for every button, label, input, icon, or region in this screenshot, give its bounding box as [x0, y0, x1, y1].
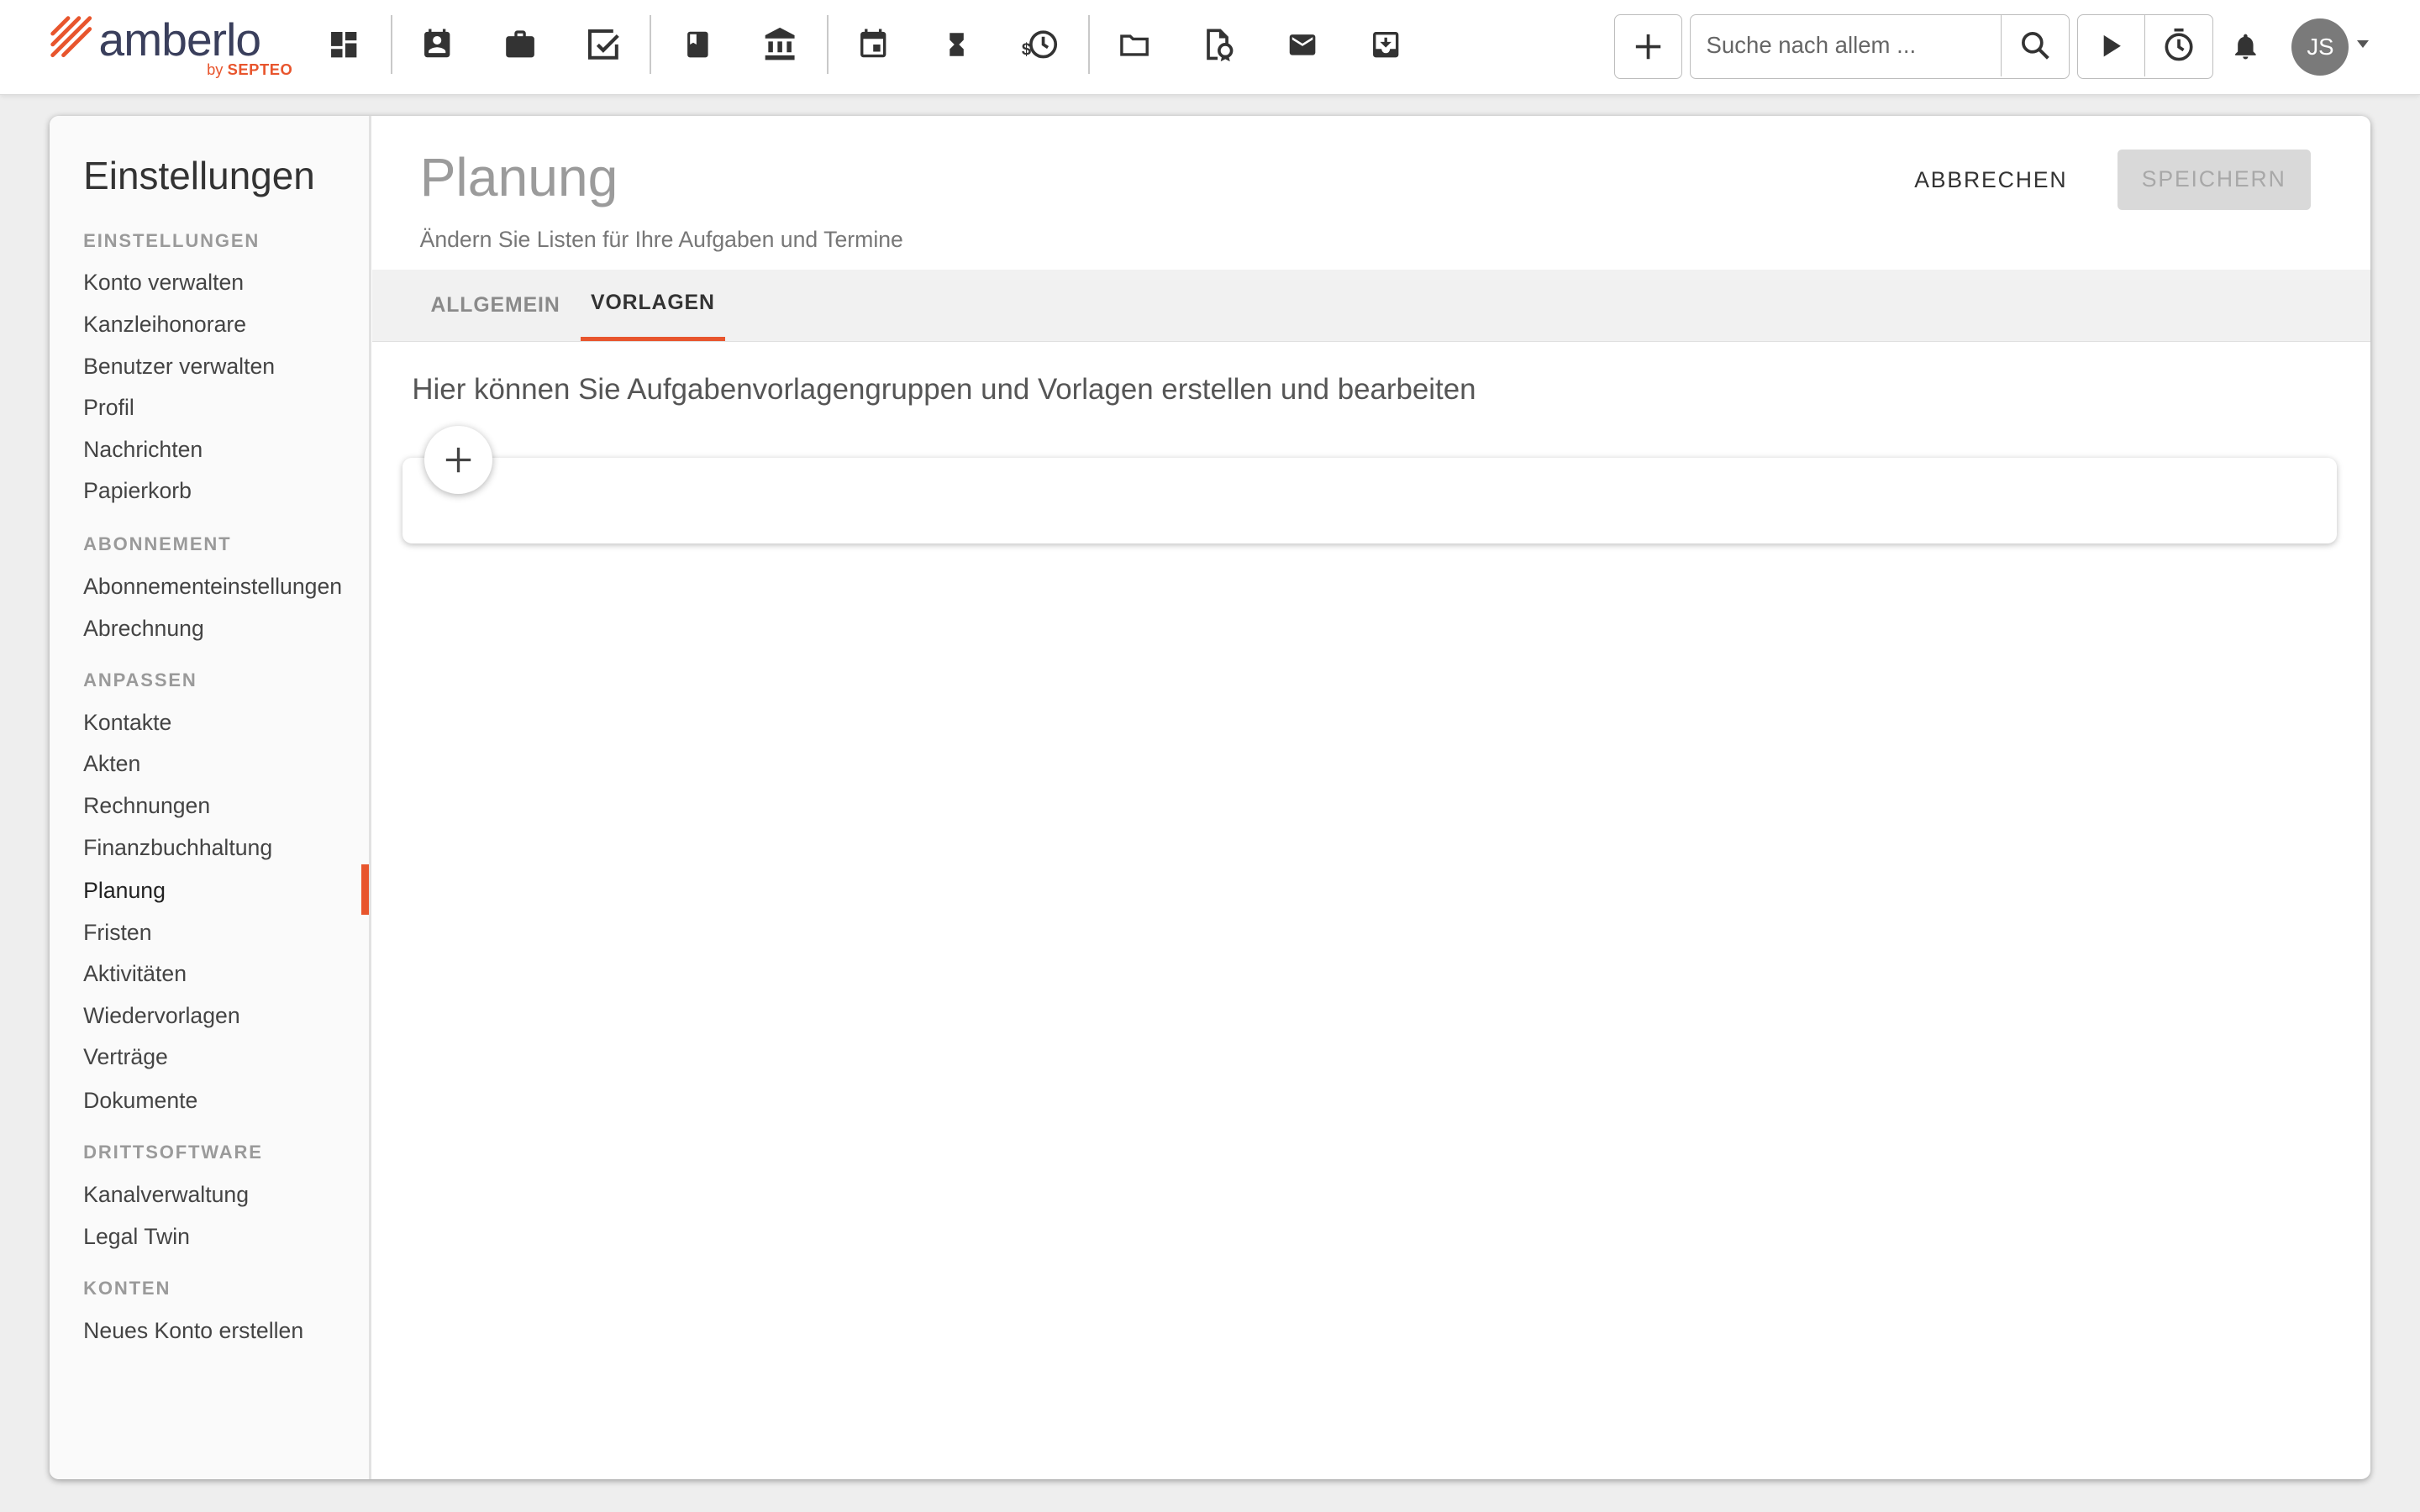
- stopwatch-button[interactable]: [2146, 15, 2212, 76]
- plus-icon: [1635, 34, 1661, 59]
- section-drittsoftware: DRITTSOFTWARE: [83, 1142, 263, 1163]
- search-input[interactable]: [1691, 14, 2000, 76]
- section-konten: KONTEN: [83, 1277, 171, 1299]
- svg-text:$: $: [1022, 41, 1031, 60]
- sidebar-item-papierkorb[interactable]: Papierkorb: [83, 478, 192, 504]
- timer-controls: [2077, 13, 2213, 79]
- sidebar-item-vertraege[interactable]: Verträge: [83, 1044, 168, 1070]
- nav-divider: [650, 15, 652, 75]
- settings-sidebar: Einstellungen EINSTELLUNGEN Konto verwal…: [49, 115, 371, 1480]
- templates-intro-text: Hier können Sie Aufgabenvorlagengruppen …: [412, 373, 1476, 407]
- time-money-icon[interactable]: $: [1014, 18, 1066, 71]
- page-subtitle: Ändern Sie Listen für Ihre Aufgaben und …: [419, 226, 903, 252]
- sidebar-item-kanzleihonorare[interactable]: Kanzleihonorare: [83, 312, 246, 338]
- section-einstellungen: EINSTELLUNGEN: [83, 229, 260, 251]
- add-new-button[interactable]: [1614, 13, 1682, 79]
- search-button[interactable]: [2001, 14, 2068, 76]
- contacts-icon[interactable]: [411, 18, 463, 71]
- sidebar-item-kanalverwaltung[interactable]: Kanalverwaltung: [83, 1182, 249, 1208]
- sidebar-item-benutzer-verwalten[interactable]: Benutzer verwalten: [83, 354, 275, 380]
- save-button[interactable]: SPEICHERN: [2117, 150, 2311, 210]
- bank-icon[interactable]: [755, 18, 807, 71]
- sidebar-item-nachrichten[interactable]: Nachrichten: [83, 437, 203, 463]
- top-navigation-bar: amberlo by SEPTEO $ Suche nach allem ...…: [0, 0, 2420, 96]
- mail-icon[interactable]: [1276, 18, 1328, 71]
- nav-divider: [390, 15, 392, 75]
- sidebar-item-fristen[interactable]: Fristen: [83, 920, 151, 946]
- logo-stripes-icon: [50, 16, 92, 58]
- logo-brand-text: SEPTEO: [227, 60, 293, 78]
- inbox-download-icon[interactable]: [1360, 18, 1412, 71]
- logo-by-text: by: [207, 60, 224, 78]
- sidebar-item-abonnementeinstellungen[interactable]: Abonnementeinstellungen: [83, 574, 342, 600]
- plus-icon: [445, 447, 471, 473]
- notifications-bell-icon[interactable]: [2224, 24, 2267, 67]
- folder-icon[interactable]: [1108, 18, 1160, 71]
- cancel-button[interactable]: ABBRECHEN: [1894, 150, 2088, 211]
- tab-allgemein[interactable]: ALLGEMEIN: [421, 270, 569, 340]
- sidebar-item-wiedervorlagen[interactable]: Wiedervorlagen: [83, 1003, 239, 1029]
- user-avatar[interactable]: JS: [2291, 18, 2349, 76]
- page-title: Planung: [419, 147, 618, 208]
- settings-panel: Einstellungen EINSTELLUNGEN Konto verwal…: [49, 115, 2371, 1480]
- document-certificate-icon[interactable]: [1192, 18, 1244, 71]
- amberlo-logo[interactable]: amberlo by SEPTEO: [50, 13, 297, 81]
- sidebar-item-neues-konto-erstellen[interactable]: Neues Konto erstellen: [83, 1318, 303, 1344]
- active-item-marker: [360, 864, 369, 916]
- sidebar-item-rechnungen[interactable]: Rechnungen: [83, 793, 210, 819]
- sidebar-item-kontakte[interactable]: Kontakte: [83, 710, 171, 736]
- tasks-check-icon[interactable]: [577, 18, 629, 71]
- start-timer-button[interactable]: [2078, 14, 2146, 76]
- sidebar-item-profil[interactable]: Profil: [83, 395, 134, 421]
- stopwatch-icon: [2165, 29, 2194, 61]
- sidebar-item-planung[interactable]: Planung: [83, 878, 166, 904]
- section-abonnement: ABONNEMENT: [83, 533, 232, 555]
- dashboard-icon[interactable]: [318, 18, 370, 71]
- nav-divider: [827, 15, 829, 75]
- main-content: Planung Ändern Sie Listen für Ihre Aufga…: [371, 116, 2371, 1480]
- sidebar-item-finanzbuchhaltung[interactable]: Finanzbuchhaltung: [83, 835, 272, 861]
- matters-briefcase-icon[interactable]: [494, 18, 546, 71]
- sidebar-item-abrechnung[interactable]: Abrechnung: [83, 616, 204, 642]
- nav-divider: [1087, 15, 1090, 75]
- sidebar-item-aktivitaeten[interactable]: Aktivitäten: [83, 961, 187, 987]
- logo-byline: by SEPTEO: [207, 60, 292, 79]
- sidebar-item-konto-verwalten[interactable]: Konto verwalten: [83, 270, 244, 296]
- hourglass-icon[interactable]: [931, 18, 983, 71]
- sidebar-item-legal-twin[interactable]: Legal Twin: [83, 1224, 190, 1250]
- section-anpassen: ANPASSEN: [83, 669, 197, 691]
- tab-bar: ALLGEMEIN VORLAGEN: [371, 270, 2371, 342]
- search-icon: [2021, 32, 2049, 60]
- sidebar-item-akten[interactable]: Akten: [83, 751, 140, 777]
- sidebar-title: Einstellungen: [83, 153, 315, 197]
- play-icon: [2103, 34, 2121, 57]
- sidebar-item-dokumente[interactable]: Dokumente: [83, 1088, 197, 1114]
- calendar-icon[interactable]: [847, 18, 899, 71]
- book-icon[interactable]: [671, 18, 723, 71]
- global-search: [1690, 13, 2070, 79]
- tab-vorlagen[interactable]: VORLAGEN: [580, 270, 726, 341]
- template-groups-card: [402, 458, 2337, 543]
- add-template-group-button[interactable]: [424, 425, 492, 494]
- user-menu-caret-icon[interactable]: [2356, 39, 2369, 48]
- logo-wordmark: amberlo: [98, 13, 262, 66]
